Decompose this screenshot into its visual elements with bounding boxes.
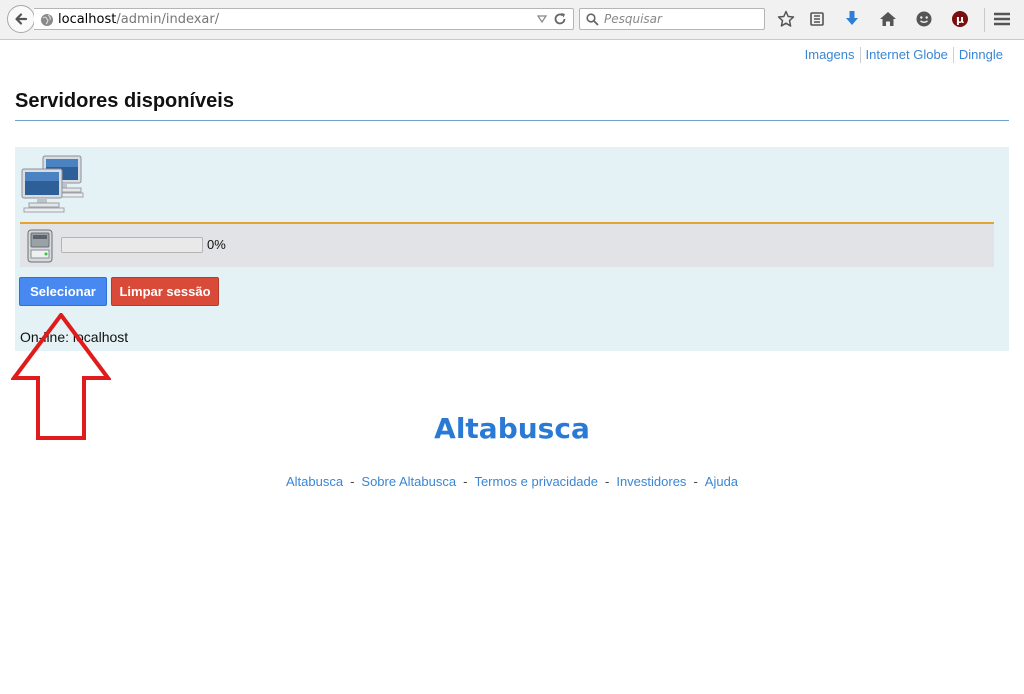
search-bar[interactable] xyxy=(579,8,765,30)
footer-separator: - xyxy=(350,474,355,489)
menu-icon[interactable] xyxy=(992,9,1012,29)
network-computers-icon xyxy=(21,155,84,213)
server-progress-row: 0% xyxy=(20,224,994,267)
reading-list-icon[interactable] xyxy=(807,9,827,29)
browser-toolbar: localhost/admin/indexar/ µ xyxy=(0,0,1024,40)
home-icon[interactable] xyxy=(878,9,898,29)
reload-icon[interactable] xyxy=(553,12,567,26)
link-imagens[interactable]: Imagens xyxy=(800,47,860,63)
url-text: localhost/admin/indexar/ xyxy=(58,12,219,27)
footer-link-ajuda[interactable]: Ajuda xyxy=(705,474,738,489)
address-bar[interactable]: localhost/admin/indexar/ xyxy=(34,8,574,30)
utorrent-icon[interactable]: µ xyxy=(950,9,970,29)
footer-separator: - xyxy=(605,474,610,489)
footer-links: Altabusca - Sobre Altabusca - Termos e priva… xyxy=(0,474,1024,489)
bookmark-star-icon[interactable] xyxy=(776,9,796,29)
hard-drive-icon xyxy=(27,229,53,263)
footer-link-investidores[interactable]: Investidores xyxy=(616,474,686,489)
chat-icon[interactable] xyxy=(914,9,934,29)
title-divider xyxy=(15,120,1009,121)
footer-separator: - xyxy=(693,474,698,489)
search-input[interactable] xyxy=(604,11,759,27)
page-title: Servidores disponíveis xyxy=(15,90,234,112)
top-links: Imagens Internet Globe Dinngle xyxy=(800,47,1008,63)
select-button[interactable]: Selecionar xyxy=(19,277,107,306)
footer-separator: - xyxy=(463,474,468,489)
download-icon[interactable] xyxy=(842,9,862,29)
link-internet-globe[interactable]: Internet Globe xyxy=(859,47,953,63)
footer-link-sobre[interactable]: Sobre Altabusca xyxy=(361,474,456,489)
server-panel: 0% Selecionar Limpar sessão On-line: loc… xyxy=(15,147,1009,351)
footer-link-altabusca[interactable]: Altabusca xyxy=(286,474,343,489)
footer-link-termos[interactable]: Termos e privacidade xyxy=(474,474,598,489)
clear-session-button[interactable]: Limpar sessão xyxy=(111,277,219,306)
link-dinngle[interactable]: Dinngle xyxy=(952,47,1008,63)
search-icon xyxy=(586,13,599,26)
svg-text:µ: µ xyxy=(956,13,964,26)
back-arrow-icon xyxy=(15,13,28,25)
url-host: localhost xyxy=(58,12,117,27)
globe-icon xyxy=(41,14,53,26)
url-path: /admin/indexar/ xyxy=(116,12,220,27)
progress-percentage: 0% xyxy=(207,237,226,252)
toolbar-separator xyxy=(984,8,985,32)
dropdown-icon[interactable] xyxy=(537,14,547,24)
brand-title: Altabusca xyxy=(434,412,590,445)
indexing-progress-bar xyxy=(61,237,203,253)
back-button[interactable] xyxy=(7,5,35,33)
